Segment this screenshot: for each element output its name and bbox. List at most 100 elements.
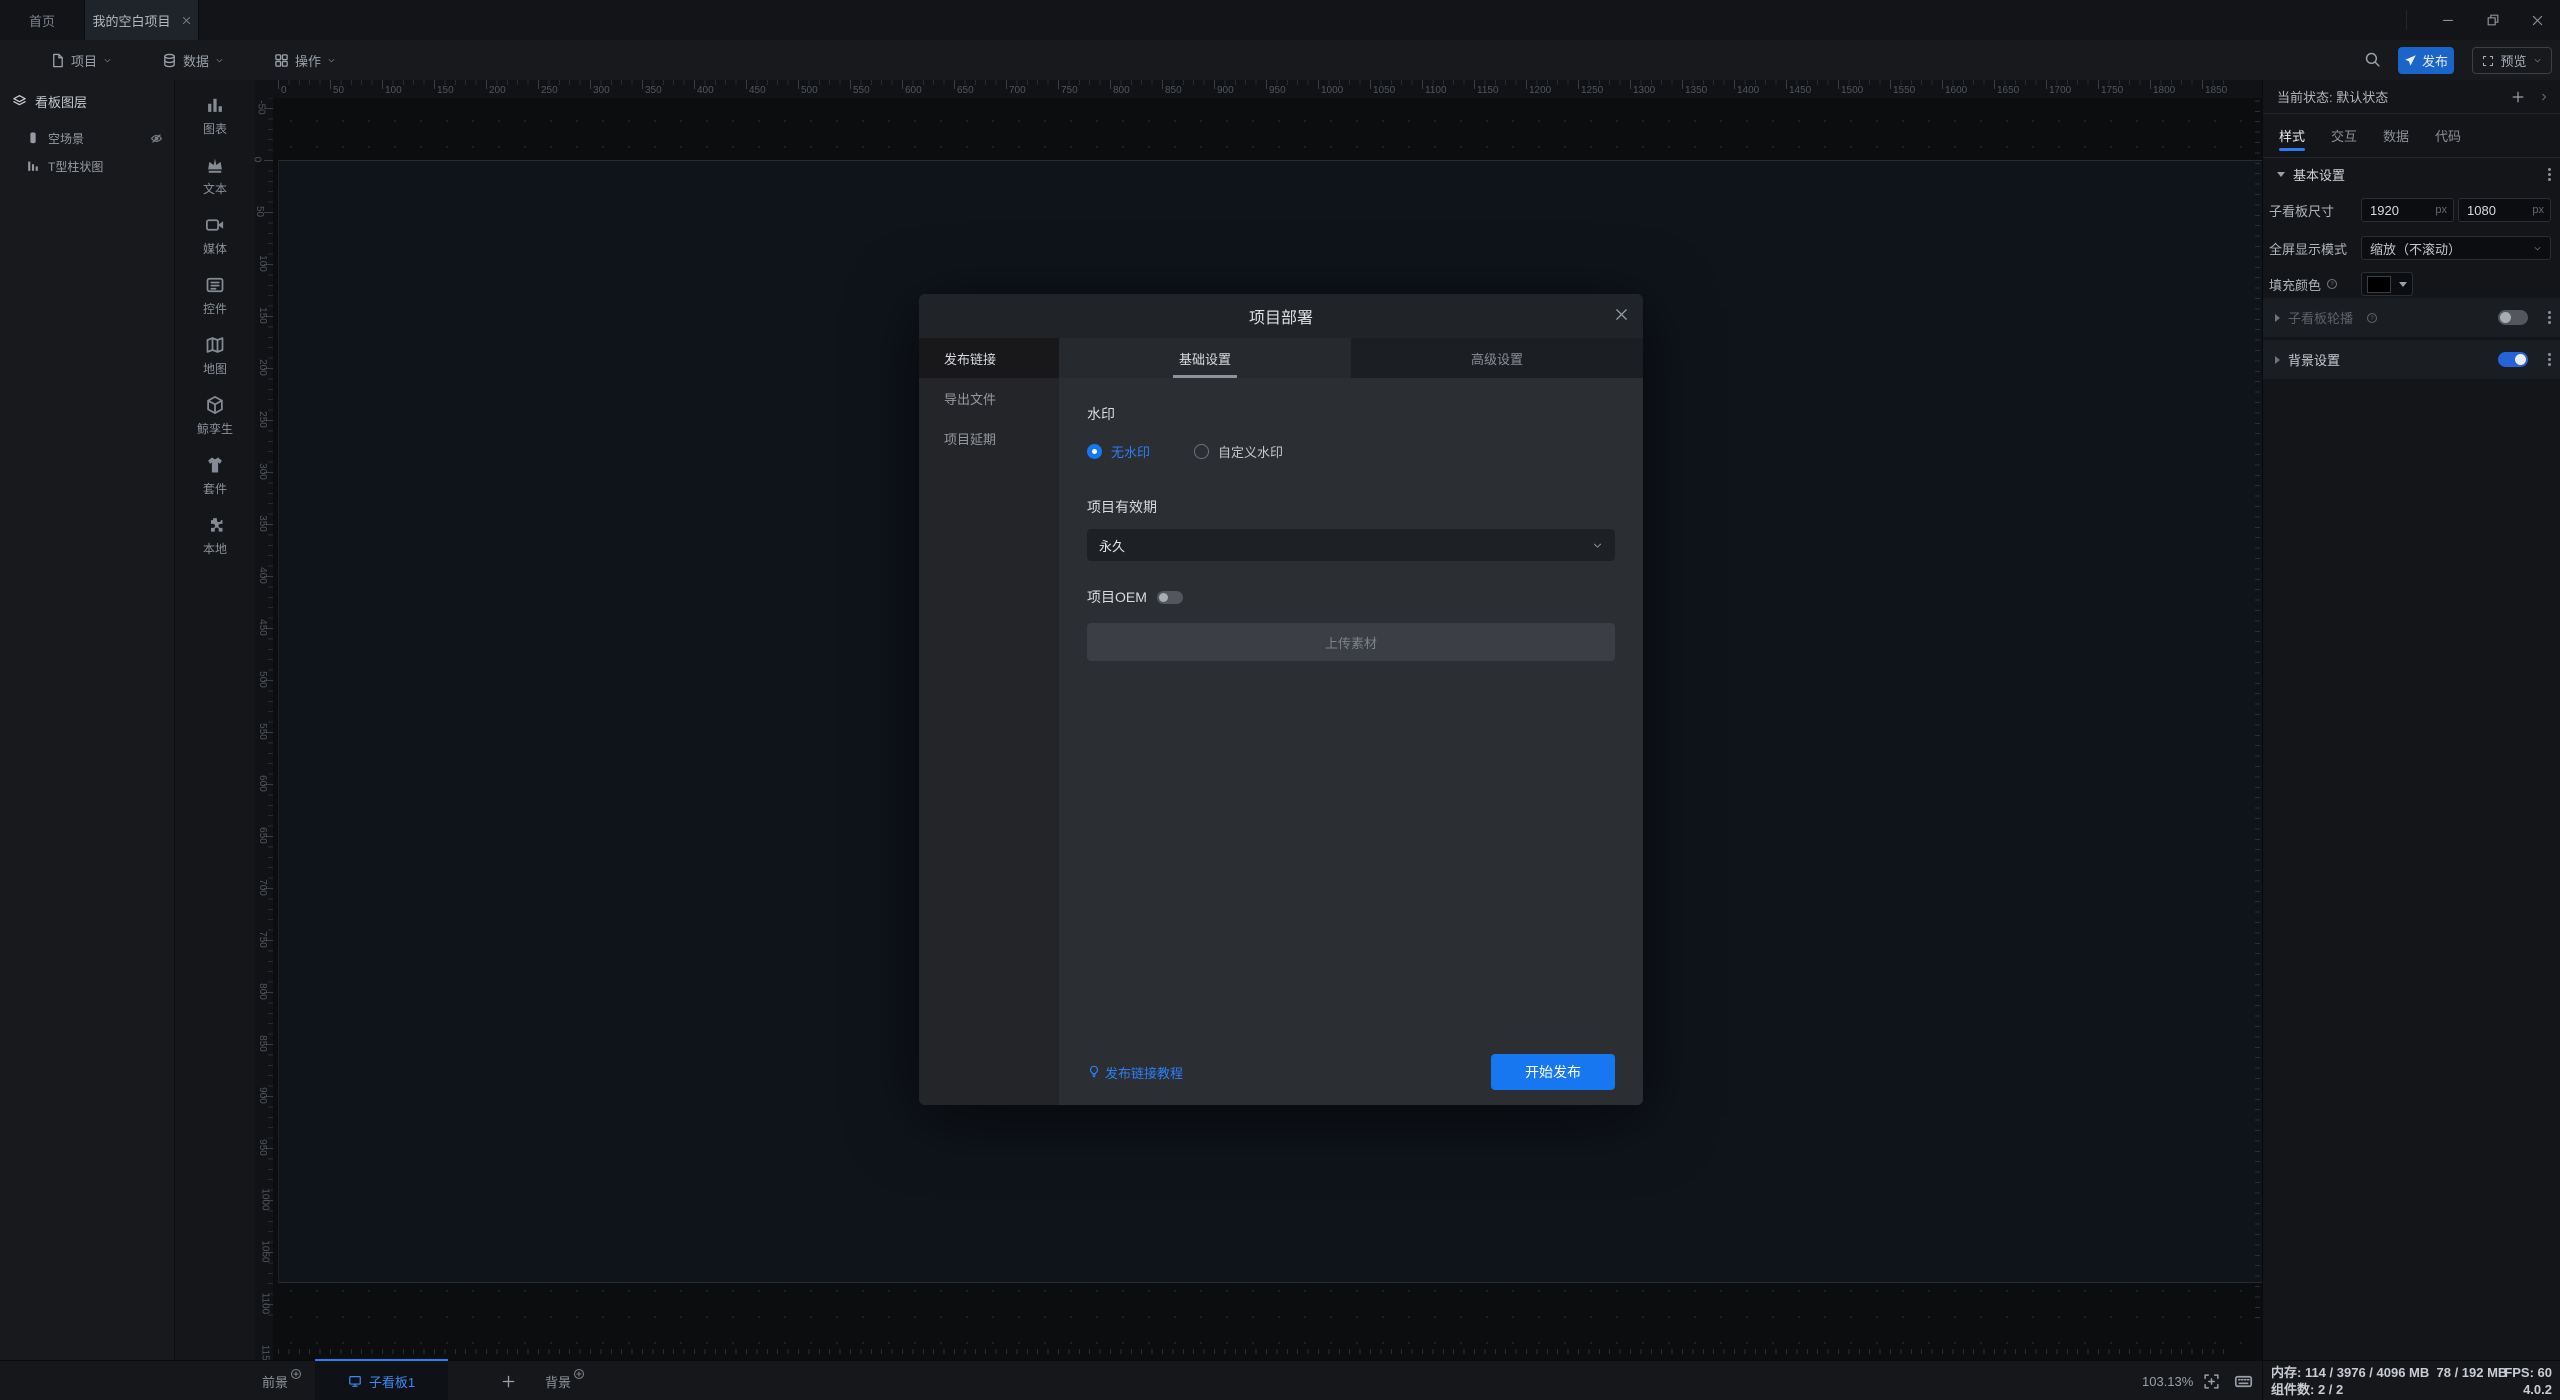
upload-material-button[interactable]: 上传素材 [1087, 623, 1615, 661]
toolbar-item-map[interactable]: 地图 [175, 328, 255, 384]
fit-view-icon[interactable] [2203, 1361, 2220, 1400]
sub-board-tab[interactable]: 子看板1 [315, 1359, 448, 1400]
start-publish-button[interactable]: 开始发布 [1491, 1054, 1615, 1090]
ruler-tick-label: 1250 [1581, 85, 1603, 96]
oem-toggle[interactable] [1157, 591, 1183, 604]
app-window: 首页 我的空白项目 项目 [0, 0, 2560, 1400]
validity-value: 永久 [1099, 536, 1125, 555]
menu-project[interactable]: 项目 [50, 40, 112, 80]
display-mode-value: 缩放（不滚动） [2370, 239, 2461, 258]
toolbar-item-text[interactable]: 文本 [175, 148, 255, 204]
restore-icon[interactable] [2470, 0, 2515, 40]
layer-item-scene[interactable]: 空场景 [0, 124, 175, 152]
menu-actions-label: 操作 [295, 51, 321, 70]
ruler-tick-label: 1500 [1841, 85, 1863, 96]
add-circle-icon[interactable] [290, 1368, 302, 1380]
publish-button[interactable]: 发布 [2398, 47, 2454, 74]
radio-custom-watermark[interactable]: 自定义水印 [1194, 442, 1283, 461]
toolbar-item-media[interactable]: 媒体 [175, 208, 255, 264]
ruler-tick-label: 1000 [260, 1188, 271, 1210]
board-height-value[interactable] [2459, 203, 2532, 218]
map-icon [205, 335, 225, 355]
tab-close-icon[interactable] [181, 15, 192, 26]
layer-item-tbar-chart[interactable]: T型柱状图 [0, 152, 175, 180]
background-section[interactable]: 背景设置 [2263, 340, 2560, 379]
menu-actions[interactable]: 操作 [274, 40, 336, 80]
menu-data-label: 数据 [183, 51, 209, 70]
nav-export-file[interactable]: 导出文件 [919, 378, 1059, 418]
minimize-icon[interactable] [2425, 0, 2470, 40]
basic-settings-title: 基本设置 [2293, 165, 2345, 184]
tab-home[interactable]: 首页 [0, 0, 84, 40]
toolbar-item-label: 套件 [203, 480, 227, 497]
toolbar-item-widgets[interactable]: 控件 [175, 268, 255, 324]
component-count-stat: 组件数: 2 / 2 [2271, 1382, 2343, 1397]
background-toggle[interactable] [2498, 352, 2528, 367]
zoom-level[interactable]: 103.13% [2142, 1361, 2193, 1400]
toolbar-item-local[interactable]: 本地 [175, 508, 255, 564]
bar-chart-icon [26, 159, 40, 173]
current-state-label: 当前状态: 默认状态 [2277, 87, 2388, 106]
oem-label: 项目OEM [1087, 587, 1147, 607]
add-state-icon[interactable] [2511, 90, 2525, 104]
menu-data[interactable]: 数据 [162, 40, 224, 80]
radio-no-watermark[interactable]: 无水印 [1087, 442, 1150, 461]
chevron-down-icon [103, 56, 112, 65]
toolbar-item-label: 文本 [203, 180, 227, 197]
tutorial-link[interactable]: 发布链接教程 [1087, 1063, 1183, 1082]
toolbar-item-charts[interactable]: 图表 [175, 88, 255, 144]
board-width-input[interactable]: px [2361, 198, 2454, 222]
tab-basic-settings[interactable]: 基础设置 [1059, 338, 1351, 378]
bottom-bar: 前景 子看板1 背景 103.13% 内存: 114 / 3976 / 4096… [0, 1360, 2560, 1400]
chevron-right-icon[interactable] [2539, 92, 2549, 102]
horizontal-ruler: 0501001502002503003504004505005506006507… [255, 80, 2262, 98]
display-mode-select[interactable]: 缩放（不滚动） [2361, 236, 2551, 260]
ruler-tick-label: 1550 [1893, 85, 1915, 96]
validity-select[interactable]: 永久 [1087, 529, 1615, 561]
tab-advanced-settings[interactable]: 高级设置 [1351, 338, 1643, 378]
kebab-menu-icon[interactable] [2548, 311, 2551, 324]
ruler-tick-label: 150 [257, 307, 268, 324]
add-board-button[interactable] [493, 1361, 523, 1400]
ruler-tick-label: 700 [1009, 85, 1026, 96]
modal-title: 项目部署 [1249, 304, 1313, 328]
radio-selected-icon [1087, 444, 1102, 459]
fill-color-picker[interactable] [2361, 272, 2413, 296]
foreground-button[interactable]: 前景 [262, 1361, 302, 1400]
modal-close-icon[interactable] [1614, 307, 1629, 322]
video-icon [205, 215, 225, 235]
cube-icon [205, 395, 225, 415]
ruler-tick-label: 200 [257, 359, 268, 376]
tab-interaction[interactable]: 交互 [2331, 114, 2357, 157]
kebab-menu-icon[interactable] [2548, 168, 2551, 181]
carousel-toggle[interactable] [2498, 310, 2528, 325]
ruler-tick-label: 900 [1217, 85, 1234, 96]
tab-style[interactable]: 样式 [2279, 114, 2305, 157]
add-circle-icon[interactable] [573, 1368, 585, 1380]
tab-project[interactable]: 我的空白项目 [85, 0, 199, 40]
toolbar-item-label: 地图 [203, 360, 227, 377]
carousel-section[interactable]: 子看板轮播 ? [2263, 298, 2560, 337]
tab-data[interactable]: 数据 [2383, 114, 2409, 157]
keyboard-shortcuts-icon[interactable] [2234, 1361, 2253, 1400]
toolbar-item-digital-twin[interactable]: 鲸孪生 [175, 388, 255, 444]
ruler-tick-label: 1100 [1425, 85, 1447, 96]
preview-button[interactable]: 预览 [2472, 47, 2552, 74]
board-height-input[interactable]: px [2458, 198, 2551, 222]
search-icon[interactable] [2364, 51, 2381, 68]
help-icon[interactable]: ? [2326, 278, 2338, 290]
board-width-value[interactable] [2362, 203, 2435, 218]
nav-publish-link[interactable]: 发布链接 [919, 338, 1059, 378]
tab-code[interactable]: 代码 [2435, 114, 2461, 157]
nav-project-renewal[interactable]: 项目延期 [919, 418, 1059, 458]
toolbar-item-kits[interactable]: 套件 [175, 448, 255, 504]
kebab-menu-icon[interactable] [2548, 353, 2551, 366]
background-button[interactable]: 背景 [545, 1361, 585, 1400]
ruler-tick-label: 1700 [2049, 85, 2071, 96]
eye-off-icon[interactable] [150, 132, 163, 145]
background-label: 背景 [545, 1372, 571, 1391]
modal-body: 水印 无水印 自定义水印 项目有效期 永久 项目OEM [1059, 378, 1643, 1039]
preview-button-label: 预览 [2500, 51, 2526, 70]
basic-settings-header[interactable]: 基本设置 [2263, 158, 2560, 190]
close-icon[interactable] [2515, 0, 2560, 40]
